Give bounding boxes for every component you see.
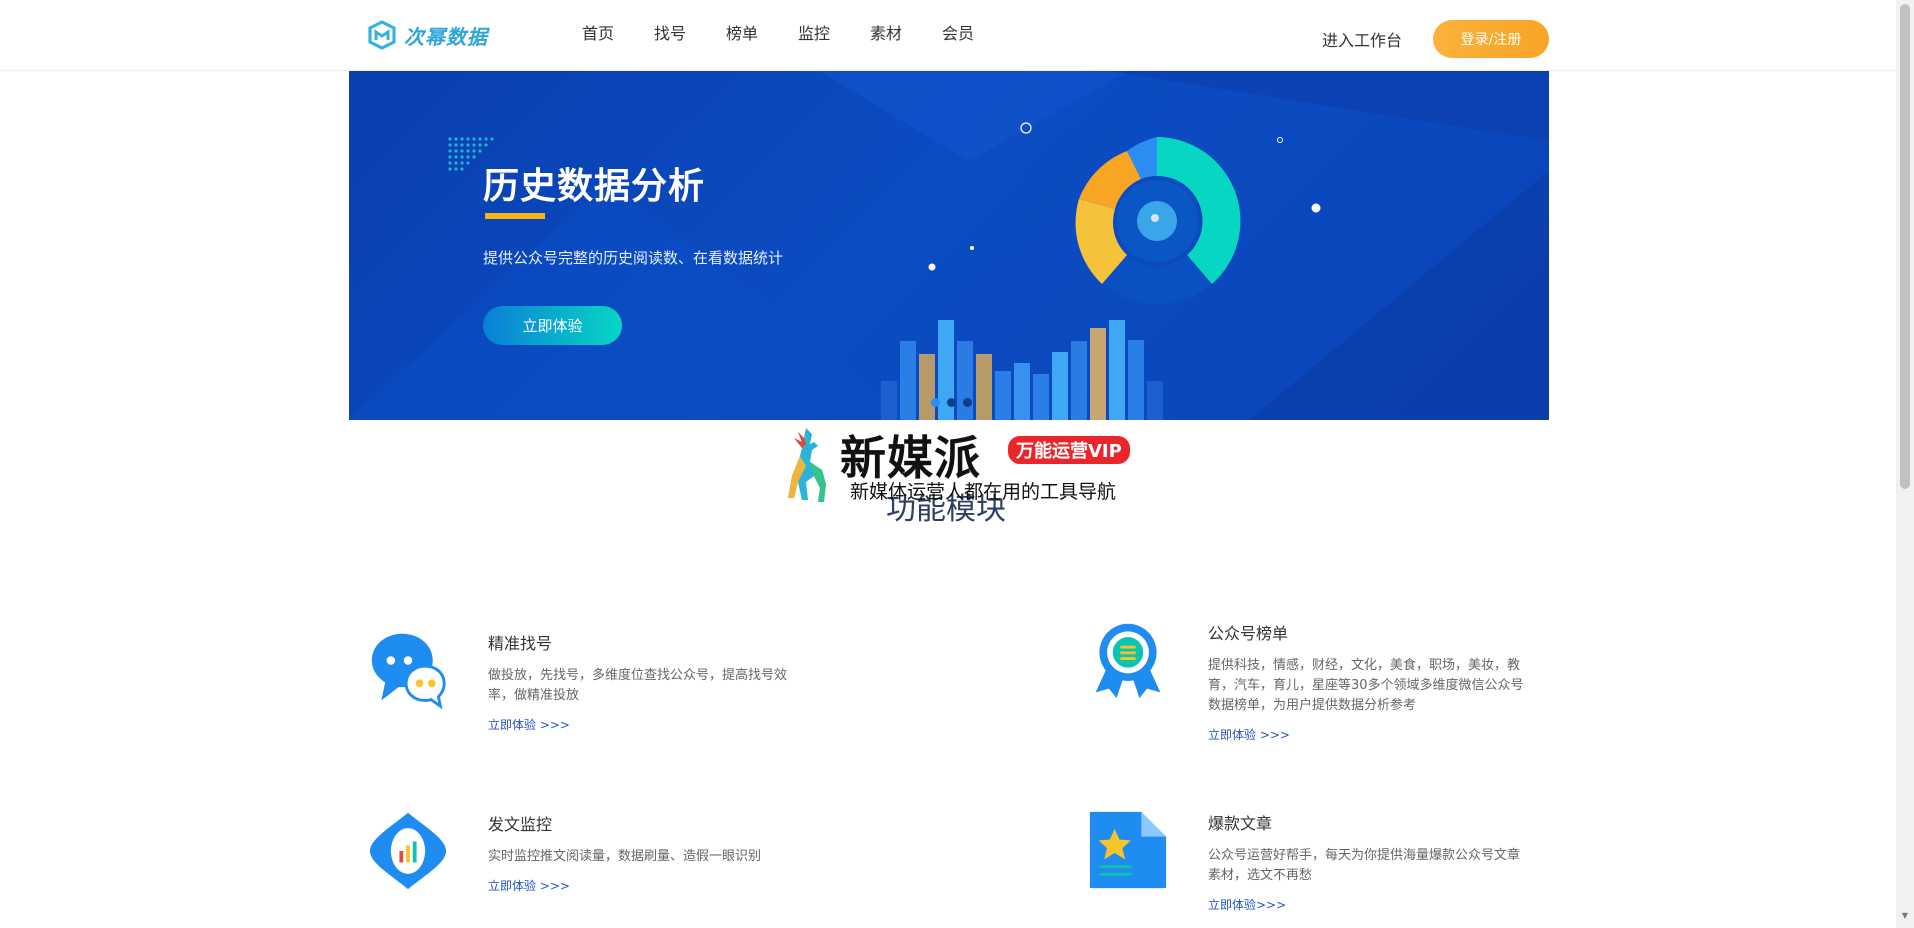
- top-header: 次幂数据 首页 找号 榜单 监控 素材 会员 进入工作台 登录/注册: [0, 0, 1896, 71]
- carousel-dot-2[interactable]: [947, 398, 956, 407]
- workbench-link[interactable]: 进入工作台: [1322, 27, 1402, 51]
- feature-try-link[interactable]: 立即体验>>>: [1208, 896, 1528, 913]
- ad-subtitle: 新媒体运营人都在用的工具导航: [850, 481, 1117, 503]
- scrollbar-thumb[interactable]: [1900, 4, 1910, 489]
- banner-illustration: [349, 71, 1549, 420]
- nav-item-materials[interactable]: 素材: [870, 20, 942, 44]
- chat-bubbles-icon: [371, 633, 446, 710]
- logo-text: 次幂数据: [404, 24, 488, 49]
- feature-try-link[interactable]: 立即体验 >>>: [1208, 726, 1528, 743]
- nav-item-monitor[interactable]: 监控: [798, 20, 870, 44]
- feature-title: 发文监控: [488, 815, 553, 834]
- monitor-eye-icon: [369, 812, 447, 890]
- page: 次幂数据 首页 找号 榜单 监控 素材 会员 进入工作台 登录/注册 历史数据分…: [0, 0, 1914, 928]
- banner-title: 历史数据分析: [483, 166, 706, 207]
- logo-icon: [368, 20, 396, 50]
- title-underline: [485, 213, 545, 219]
- feature-body: 精准找号 做投放，先找号，多维度位查找公众号，提高找号效率，做精准投放 立即体验…: [488, 630, 808, 733]
- nav-item-rankings[interactable]: 榜单: [726, 20, 798, 44]
- carousel-dot-3[interactable]: [963, 398, 972, 407]
- banner-try-button[interactable]: 立即体验: [483, 306, 622, 345]
- banner-description: 提供公众号完整的历史阅读数、在看数据统计: [483, 249, 784, 267]
- feature-description: 做投放，先找号，多维度位查找公众号，提高找号效率，做精准投放: [488, 668, 788, 703]
- feature-body: 发文监控 实时监控推文阅读量，数据刷量、造假一眼识别 立即体验 >>>: [488, 811, 808, 894]
- carousel-dot-1[interactable]: [931, 398, 940, 407]
- feature-description: 提供科技，情感，财经，文化，美食，职场，美妆，教育，汽车，育儿，星座等30多个领…: [1208, 658, 1524, 713]
- feature-title: 精准找号: [488, 634, 553, 653]
- feature-try-link[interactable]: 立即体验 >>>: [488, 716, 808, 733]
- feature-description: 实时监控推文阅读量，数据刷量、造假一眼识别: [488, 849, 762, 864]
- login-register-button[interactable]: 登录/注册: [1433, 20, 1549, 58]
- feature-try-link[interactable]: 立即体验 >>>: [488, 877, 808, 894]
- hero-banner[interactable]: 历史数据分析 提供公众号完整的历史阅读数、在看数据统计 立即体验: [349, 71, 1549, 420]
- feature-body: 公众号榜单 提供科技，情感，财经，文化，美食，职场，美妆，教育，汽车，育儿，星座…: [1208, 620, 1528, 743]
- star-document-icon: [1089, 811, 1167, 889]
- deer-logo-icon: [788, 428, 826, 502]
- site-logo[interactable]: 次幂数据: [366, 20, 488, 50]
- nav-item-membership[interactable]: 会员: [942, 20, 1014, 44]
- carousel-indicators: [931, 398, 972, 407]
- nav-item-find-account[interactable]: 找号: [654, 20, 726, 44]
- main-nav: 首页 找号 榜单 监控 素材 会员: [582, 20, 1014, 44]
- ad-vip-badge: 万能运营VIP: [1008, 436, 1130, 464]
- nav-item-home[interactable]: 首页: [582, 20, 654, 44]
- page-scrollbar[interactable]: ▼: [1896, 0, 1914, 928]
- feature-title: 爆款文章: [1208, 814, 1273, 833]
- feature-body: 爆款文章 公众号运营好帮手，每天为你提供海量爆款公众号文章素材，选文不再愁 立即…: [1208, 810, 1528, 913]
- award-badge-icon: [1095, 623, 1161, 699]
- xinmeipai-ad[interactable]: 新媒派 万能运营VIP 新媒体运营人都在用的工具导航: [780, 426, 1135, 506]
- feature-title: 公众号榜单: [1208, 624, 1289, 643]
- feature-description: 公众号运营好帮手，每天为你提供海量爆款公众号文章素材，选文不再愁: [1208, 848, 1521, 883]
- scroll-down-arrow-icon[interactable]: ▼: [1900, 912, 1910, 920]
